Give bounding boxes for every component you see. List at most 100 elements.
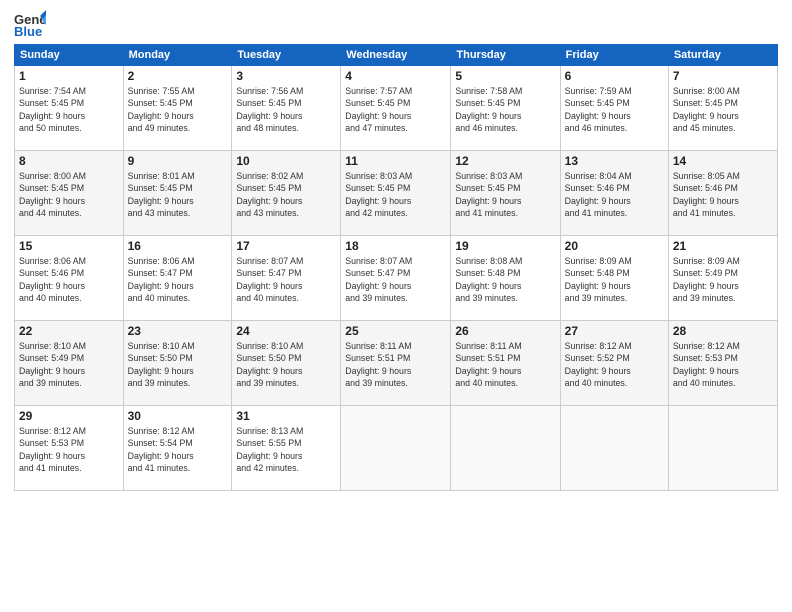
calendar-cell: 4 Sunrise: 7:57 AMSunset: 5:45 PMDayligh… — [341, 66, 451, 151]
day-info: Sunrise: 8:07 AMSunset: 5:47 PMDaylight:… — [236, 255, 336, 304]
calendar-week-1: 1 Sunrise: 7:54 AMSunset: 5:45 PMDayligh… — [15, 66, 778, 151]
weekday-header-friday: Friday — [560, 45, 668, 66]
day-number: 23 — [128, 324, 228, 338]
calendar-week-3: 15 Sunrise: 8:06 AMSunset: 5:46 PMDaylig… — [15, 236, 778, 321]
day-number: 5 — [455, 69, 555, 83]
day-info: Sunrise: 8:10 AMSunset: 5:50 PMDaylight:… — [236, 340, 336, 389]
day-info: Sunrise: 8:09 AMSunset: 5:48 PMDaylight:… — [565, 255, 664, 304]
weekday-header-saturday: Saturday — [668, 45, 777, 66]
calendar-cell: 17 Sunrise: 8:07 AMSunset: 5:47 PMDaylig… — [232, 236, 341, 321]
day-info: Sunrise: 8:00 AMSunset: 5:45 PMDaylight:… — [19, 170, 119, 219]
calendar-cell: 23 Sunrise: 8:10 AMSunset: 5:50 PMDaylig… — [123, 321, 232, 406]
day-info: Sunrise: 8:03 AMSunset: 5:45 PMDaylight:… — [455, 170, 555, 219]
calendar-cell — [451, 406, 560, 491]
calendar-week-5: 29 Sunrise: 8:12 AMSunset: 5:53 PMDaylig… — [15, 406, 778, 491]
day-info: Sunrise: 7:57 AMSunset: 5:45 PMDaylight:… — [345, 85, 446, 134]
day-number: 21 — [673, 239, 773, 253]
calendar-cell: 15 Sunrise: 8:06 AMSunset: 5:46 PMDaylig… — [15, 236, 124, 321]
calendar-week-2: 8 Sunrise: 8:00 AMSunset: 5:45 PMDayligh… — [15, 151, 778, 236]
day-number: 14 — [673, 154, 773, 168]
logo: General Blue — [14, 10, 50, 38]
page-container: General Blue SundayMondayTuesdayWednesda… — [0, 0, 792, 497]
day-info: Sunrise: 8:09 AMSunset: 5:49 PMDaylight:… — [673, 255, 773, 304]
svg-text:Blue: Blue — [14, 24, 42, 38]
logo-icon: General Blue — [14, 10, 46, 38]
calendar-cell: 5 Sunrise: 7:58 AMSunset: 5:45 PMDayligh… — [451, 66, 560, 151]
day-number: 25 — [345, 324, 446, 338]
day-number: 7 — [673, 69, 773, 83]
calendar-cell: 30 Sunrise: 8:12 AMSunset: 5:54 PMDaylig… — [123, 406, 232, 491]
calendar-cell: 21 Sunrise: 8:09 AMSunset: 5:49 PMDaylig… — [668, 236, 777, 321]
day-number: 16 — [128, 239, 228, 253]
day-info: Sunrise: 8:05 AMSunset: 5:46 PMDaylight:… — [673, 170, 773, 219]
day-info: Sunrise: 8:13 AMSunset: 5:55 PMDaylight:… — [236, 425, 336, 474]
day-number: 2 — [128, 69, 228, 83]
day-info: Sunrise: 7:59 AMSunset: 5:45 PMDaylight:… — [565, 85, 664, 134]
day-info: Sunrise: 8:07 AMSunset: 5:47 PMDaylight:… — [345, 255, 446, 304]
weekday-header-row: SundayMondayTuesdayWednesdayThursdayFrid… — [15, 45, 778, 66]
day-number: 26 — [455, 324, 555, 338]
day-info: Sunrise: 8:12 AMSunset: 5:53 PMDaylight:… — [19, 425, 119, 474]
calendar-cell — [668, 406, 777, 491]
day-info: Sunrise: 8:01 AMSunset: 5:45 PMDaylight:… — [128, 170, 228, 219]
day-info: Sunrise: 7:58 AMSunset: 5:45 PMDaylight:… — [455, 85, 555, 134]
day-number: 29 — [19, 409, 119, 423]
day-number: 28 — [673, 324, 773, 338]
day-number: 20 — [565, 239, 664, 253]
day-info: Sunrise: 8:06 AMSunset: 5:46 PMDaylight:… — [19, 255, 119, 304]
day-number: 24 — [236, 324, 336, 338]
day-info: Sunrise: 8:11 AMSunset: 5:51 PMDaylight:… — [455, 340, 555, 389]
day-info: Sunrise: 8:00 AMSunset: 5:45 PMDaylight:… — [673, 85, 773, 134]
calendar-cell: 31 Sunrise: 8:13 AMSunset: 5:55 PMDaylig… — [232, 406, 341, 491]
calendar-cell — [341, 406, 451, 491]
day-number: 17 — [236, 239, 336, 253]
day-number: 19 — [455, 239, 555, 253]
calendar-cell: 14 Sunrise: 8:05 AMSunset: 5:46 PMDaylig… — [668, 151, 777, 236]
day-number: 3 — [236, 69, 336, 83]
day-number: 8 — [19, 154, 119, 168]
day-number: 31 — [236, 409, 336, 423]
calendar-cell: 22 Sunrise: 8:10 AMSunset: 5:49 PMDaylig… — [15, 321, 124, 406]
day-info: Sunrise: 8:03 AMSunset: 5:45 PMDaylight:… — [345, 170, 446, 219]
day-info: Sunrise: 7:56 AMSunset: 5:45 PMDaylight:… — [236, 85, 336, 134]
day-info: Sunrise: 8:04 AMSunset: 5:46 PMDaylight:… — [565, 170, 664, 219]
day-info: Sunrise: 8:12 AMSunset: 5:54 PMDaylight:… — [128, 425, 228, 474]
weekday-header-sunday: Sunday — [15, 45, 124, 66]
day-number: 13 — [565, 154, 664, 168]
calendar-cell: 25 Sunrise: 8:11 AMSunset: 5:51 PMDaylig… — [341, 321, 451, 406]
day-number: 30 — [128, 409, 228, 423]
calendar-cell: 1 Sunrise: 7:54 AMSunset: 5:45 PMDayligh… — [15, 66, 124, 151]
calendar-cell: 11 Sunrise: 8:03 AMSunset: 5:45 PMDaylig… — [341, 151, 451, 236]
day-info: Sunrise: 8:10 AMSunset: 5:50 PMDaylight:… — [128, 340, 228, 389]
weekday-header-monday: Monday — [123, 45, 232, 66]
day-number: 11 — [345, 154, 446, 168]
calendar-cell: 2 Sunrise: 7:55 AMSunset: 5:45 PMDayligh… — [123, 66, 232, 151]
calendar-cell: 28 Sunrise: 8:12 AMSunset: 5:53 PMDaylig… — [668, 321, 777, 406]
calendar-cell: 19 Sunrise: 8:08 AMSunset: 5:48 PMDaylig… — [451, 236, 560, 321]
header: General Blue — [14, 10, 778, 38]
calendar-cell: 16 Sunrise: 8:06 AMSunset: 5:47 PMDaylig… — [123, 236, 232, 321]
weekday-header-wednesday: Wednesday — [341, 45, 451, 66]
day-info: Sunrise: 8:11 AMSunset: 5:51 PMDaylight:… — [345, 340, 446, 389]
calendar-cell: 27 Sunrise: 8:12 AMSunset: 5:52 PMDaylig… — [560, 321, 668, 406]
day-info: Sunrise: 8:12 AMSunset: 5:53 PMDaylight:… — [673, 340, 773, 389]
day-info: Sunrise: 7:55 AMSunset: 5:45 PMDaylight:… — [128, 85, 228, 134]
calendar-cell: 9 Sunrise: 8:01 AMSunset: 5:45 PMDayligh… — [123, 151, 232, 236]
calendar-cell: 3 Sunrise: 7:56 AMSunset: 5:45 PMDayligh… — [232, 66, 341, 151]
weekday-header-thursday: Thursday — [451, 45, 560, 66]
calendar-cell: 18 Sunrise: 8:07 AMSunset: 5:47 PMDaylig… — [341, 236, 451, 321]
day-number: 18 — [345, 239, 446, 253]
day-number: 12 — [455, 154, 555, 168]
day-number: 4 — [345, 69, 446, 83]
calendar-cell: 6 Sunrise: 7:59 AMSunset: 5:45 PMDayligh… — [560, 66, 668, 151]
day-number: 1 — [19, 69, 119, 83]
calendar-cell: 8 Sunrise: 8:00 AMSunset: 5:45 PMDayligh… — [15, 151, 124, 236]
day-info: Sunrise: 8:02 AMSunset: 5:45 PMDaylight:… — [236, 170, 336, 219]
calendar-week-4: 22 Sunrise: 8:10 AMSunset: 5:49 PMDaylig… — [15, 321, 778, 406]
day-number: 22 — [19, 324, 119, 338]
calendar-cell — [560, 406, 668, 491]
day-number: 9 — [128, 154, 228, 168]
day-number: 15 — [19, 239, 119, 253]
calendar-cell: 12 Sunrise: 8:03 AMSunset: 5:45 PMDaylig… — [451, 151, 560, 236]
day-number: 6 — [565, 69, 664, 83]
